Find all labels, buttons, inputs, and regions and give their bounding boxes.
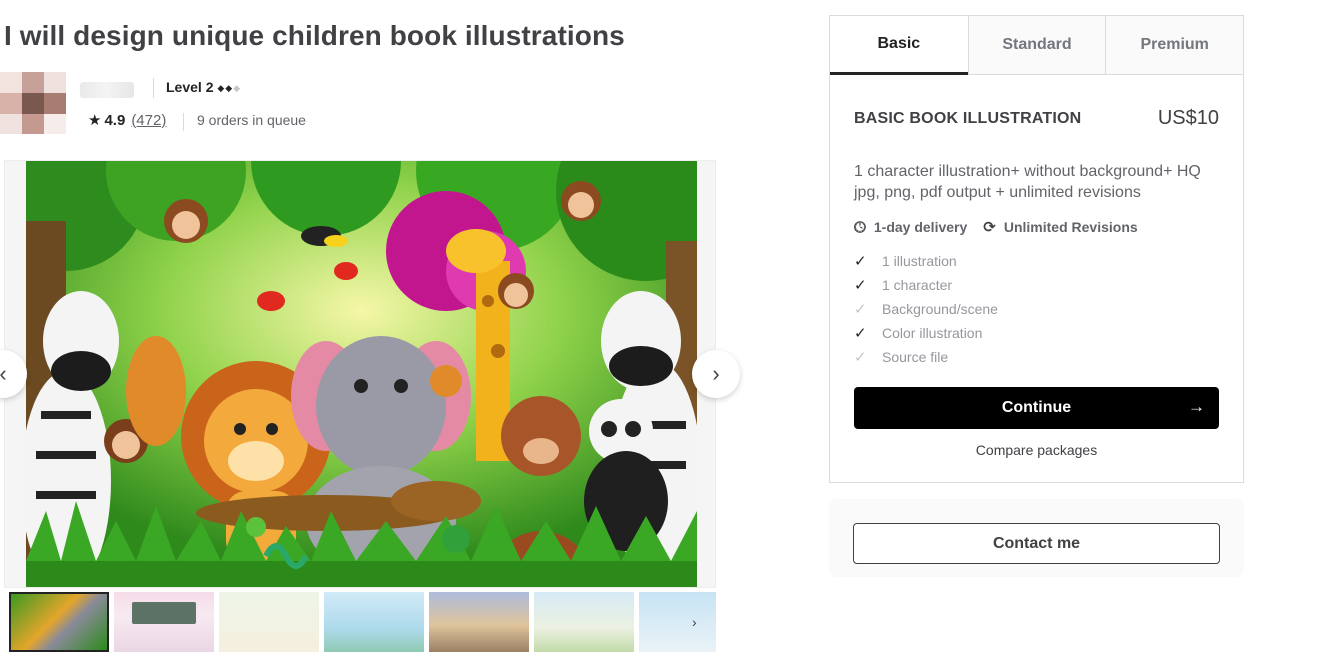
package-name: BASIC BOOK ILLUSTRATION — [854, 110, 1082, 127]
feature-item: ✓ 1 illustration — [854, 253, 957, 270]
thumbnail[interactable] — [429, 592, 529, 652]
orders-in-queue: 9 orders in queue — [197, 112, 306, 128]
package-card: Basic Standard Premium BASIC BOOK ILLUST… — [829, 15, 1244, 483]
refresh-icon: ⟳ — [983, 219, 996, 236]
thumbnail[interactable] — [114, 592, 214, 652]
tab-premium[interactable]: Premium — [1105, 16, 1244, 75]
rating-score: 4.9 — [104, 111, 126, 129]
seller-level[interactable]: Level 2 ◆◆◆ — [166, 79, 241, 95]
level-diamond-empty-icon: ◆ — [233, 83, 242, 93]
feature-item: ✓ Background/scene — [854, 301, 998, 318]
gallery-main-image[interactable] — [26, 161, 697, 587]
thumbnail[interactable] — [639, 592, 716, 652]
reviews-count-link[interactable]: (472) — [131, 112, 166, 129]
thumbnail[interactable] — [534, 592, 634, 652]
clock-icon: 🕓︎ — [854, 218, 866, 236]
gallery-prev-button[interactable]: ‹ — [0, 350, 27, 398]
package-price: US$10 — [1157, 107, 1219, 129]
feature-item: ✓ Color illustration — [854, 325, 983, 342]
chevron-left-icon: ‹ — [0, 361, 7, 386]
package-meta: 🕓︎ 1-day delivery ⟳ Unlimited Revisions — [854, 218, 1154, 237]
gallery-thumbnails — [9, 592, 716, 652]
seller-rating[interactable]: ★ 4.9 (472) — [88, 111, 166, 130]
divider — [183, 113, 184, 131]
tab-basic[interactable]: Basic — [830, 16, 968, 75]
tab-standard[interactable]: Standard — [967, 16, 1106, 75]
feature-item: ✓ Source file — [854, 349, 949, 366]
arrow-right-icon: → — [1188, 397, 1205, 416]
continue-label: Continue — [1001, 399, 1072, 416]
chevron-right-icon: › — [692, 614, 697, 630]
seller-level-label: Level 2 — [166, 79, 214, 95]
thumbnail[interactable] — [219, 592, 319, 652]
gallery: ‹ › — [0, 160, 740, 588]
revisions-info: ⟳ Unlimited Revisions — [983, 218, 1137, 236]
delivery-time: 🕓︎ 1-day delivery — [854, 219, 967, 236]
package-tabs: Basic Standard Premium — [830, 16, 1244, 75]
contact-me-button[interactable]: Contact me — [853, 523, 1220, 564]
check-icon: ✓ — [854, 253, 867, 270]
package-features: ✓ 1 illustration ✓ 1 character ✓ Background… — [854, 249, 998, 369]
delivery-label: 1-day delivery — [873, 219, 968, 235]
gallery-next-button[interactable]: › — [692, 350, 740, 398]
check-icon: ✓ — [854, 301, 867, 318]
thumbnail[interactable] — [324, 592, 424, 652]
divider — [153, 78, 154, 98]
check-icon: ✓ — [854, 349, 867, 366]
seller-name-blurred[interactable] — [80, 82, 134, 98]
contact-section: Contact me — [829, 499, 1244, 577]
check-icon: ✓ — [854, 277, 867, 294]
thumbnail[interactable] — [9, 592, 109, 652]
compare-packages-link[interactable]: Compare packages — [830, 442, 1243, 458]
thumbnails-next-button[interactable]: › — [692, 614, 697, 630]
revisions-label: Unlimited Revisions — [1003, 219, 1138, 235]
jungle-animals-illustration — [26, 161, 697, 587]
chevron-right-icon: › — [712, 361, 720, 386]
check-icon: ✓ — [854, 325, 867, 342]
level-diamond-icon: ◆◆ — [217, 83, 234, 93]
star-icon: ★ — [88, 112, 102, 129]
continue-button[interactable]: Continue → — [854, 387, 1219, 429]
feature-item: ✓ 1 character — [854, 277, 953, 294]
seller-overview: Level 2 ◆◆◆ ★ 4.9 (472) 9 orders in queu… — [0, 70, 560, 136]
gig-title: I will design unique children book illus… — [4, 20, 625, 51]
package-description: 1 character illustration+ without backgr… — [854, 163, 1201, 201]
seller-avatar[interactable] — [0, 72, 66, 134]
